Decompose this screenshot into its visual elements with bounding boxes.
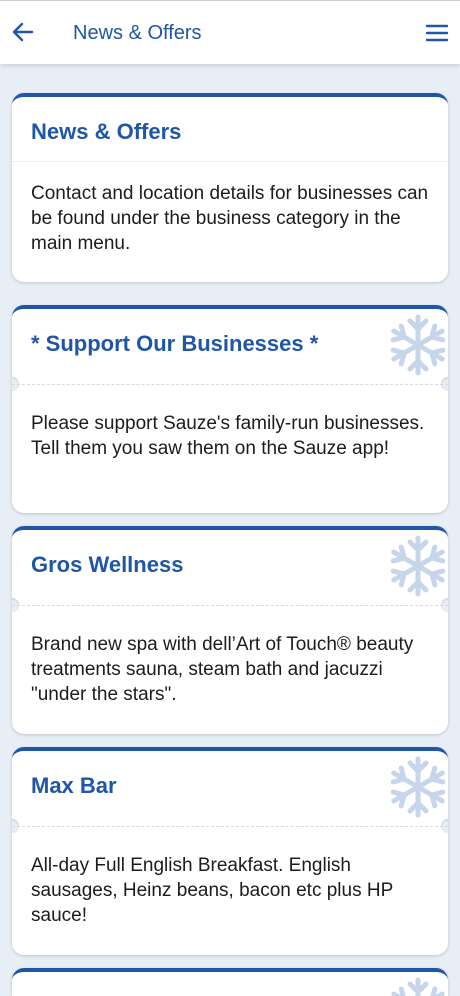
card-divider [12,161,448,162]
card-body: All-day Full English Breakfast. English … [31,855,393,926]
card-title: * Support Our Businesses * [31,331,319,356]
card-divider [12,384,448,385]
app-bar: News & Offers [0,0,460,64]
card-divider [12,826,448,827]
snowflake-icon [390,535,446,597]
card-title: Max Bar [31,773,117,798]
snowflake-icon [390,314,446,376]
snowflake-icon [390,977,446,996]
card-body: Brand new spa with dell’Art of Touch® be… [31,634,414,705]
page-title: News & Offers [73,22,202,44]
arrow-left-icon [12,22,34,42]
card-divider [12,605,448,606]
snowflake-icon [390,756,446,818]
card-body: Please support Sauze's family-run busine… [31,413,425,459]
card-body: Contact and location details for busines… [31,183,429,254]
news-card[interactable] [12,968,448,996]
news-card[interactable]: Max Bar All-day Full English Breakfast. … [12,747,448,955]
back-button[interactable] [10,19,36,45]
news-card[interactable]: * Support Our Businesses * Please suppor… [12,305,448,513]
card-title: Gros Wellness [31,552,184,577]
hamburger-menu-icon [425,24,449,42]
menu-button[interactable] [424,21,450,45]
card-title: News & Offers [31,119,182,144]
news-card[interactable]: Gros Wellness Brand new spa with dell’Ar… [12,526,448,734]
news-card[interactable]: News & Offers Contact and location detai… [12,93,448,282]
